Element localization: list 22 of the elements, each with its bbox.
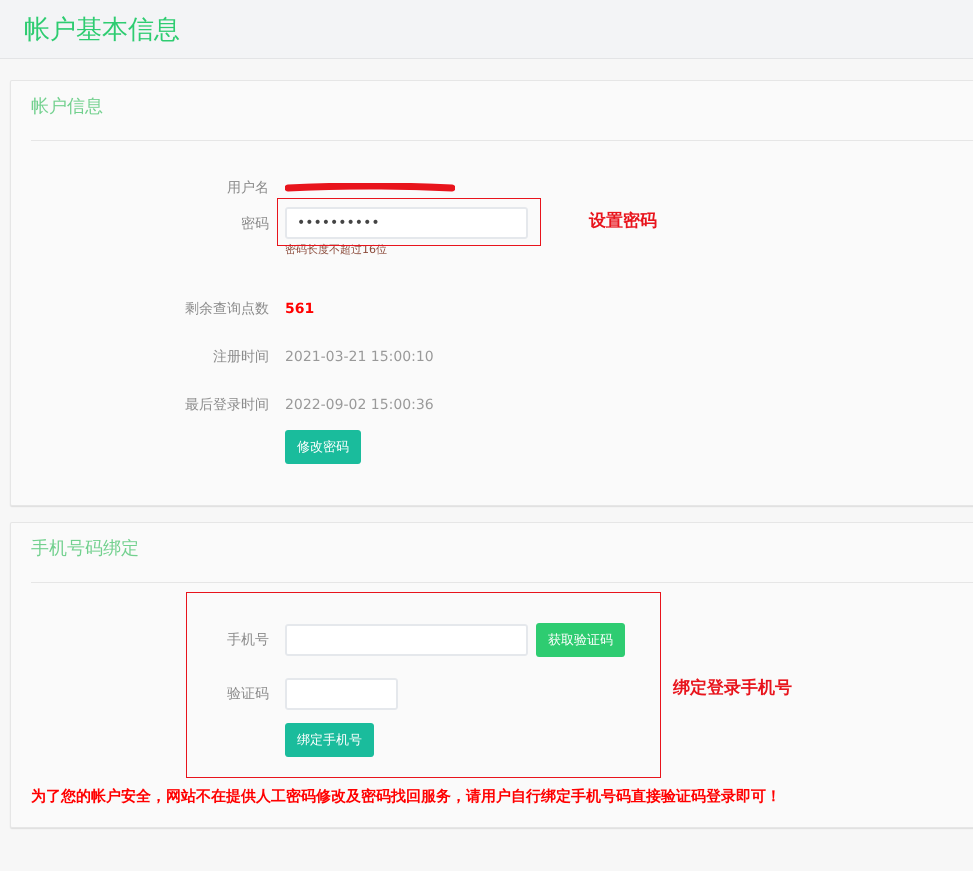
page-title: 帐户基本信息 — [24, 14, 180, 46]
field-value: 2022-09-02 15:00:36 — [285, 397, 434, 413]
field-label: 最后登录时间 — [185, 396, 269, 414]
field-value: 561 — [285, 301, 314, 317]
field-value: 2021-03-21 15:00:10 — [285, 349, 434, 365]
field-label: 注册时间 — [213, 348, 269, 366]
phone-field[interactable] — [285, 624, 528, 656]
annotation-text: 设置密码 — [589, 210, 657, 232]
bind-phone-button[interactable]: 绑定手机号 — [285, 723, 374, 757]
password-field[interactable]: •••••••••• — [285, 207, 528, 239]
field-label: 验证码 — [227, 685, 269, 703]
code-field[interactable] — [285, 678, 398, 710]
card-title: 帐户信息 — [31, 81, 973, 141]
card-title: 手机号码绑定 — [31, 523, 973, 583]
field-label: 密码 — [241, 215, 269, 233]
security-notice: 为了您的帐户安全，网站不在提供人工密码修改及密码找回服务，请用户自行绑定手机号码直接验证码登录即可！ — [31, 787, 782, 807]
get-code-button[interactable]: 获取验证码 — [536, 623, 625, 657]
field-label: 用户名 — [227, 179, 269, 197]
field-label: 剩余查询点数 — [185, 300, 269, 318]
change-password-button[interactable]: 修改密码 — [285, 430, 361, 464]
annotation-text: 绑定登录手机号 — [673, 677, 792, 699]
field-label: 手机号 — [227, 631, 269, 649]
